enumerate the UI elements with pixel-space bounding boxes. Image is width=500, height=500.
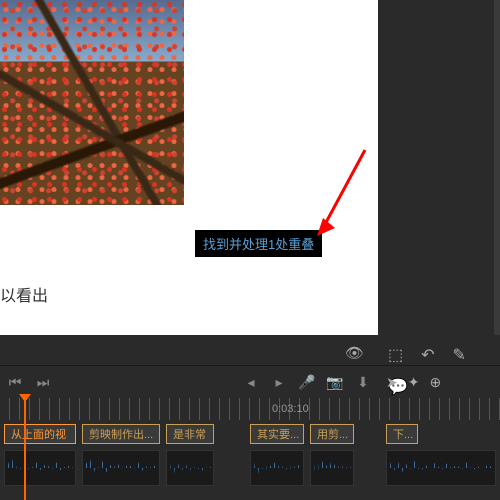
next-frame-icon[interactable]: ▸ [268,374,290,391]
edit-icon[interactable]: ✎ [453,345,466,365]
preview-image [0,0,184,205]
preview-area: 以看出 [0,0,378,335]
timeline-clip[interactable]: 其实要... [250,424,304,444]
prev-frame-icon[interactable]: ◂ [240,374,262,391]
marker-tool-icon[interactable]: ✦ [408,374,420,391]
audio-row [0,448,500,488]
timeline-tools: ➤ ✦ ⊕ [378,368,500,396]
audio-clip[interactable] [166,450,214,486]
audio-clip[interactable] [310,450,354,486]
timecode: 0:03:10 [272,403,309,415]
overlap-tooltip: 找到并处理1处重叠 [195,230,322,257]
timeline-clip[interactable]: 剪映制作出... [82,424,160,444]
timeline-clip[interactable]: 是非常 [166,424,214,444]
visibility-icon[interactable]: 👁 [345,344,364,362]
clip-row: 从上面的视剪映制作出... 是非常 其实要... 用剪... 下... [0,422,500,446]
playback-bar: ⏮ ⏭ ◂ ▸ 🎤 📷 ⬇ [0,368,378,396]
audio-clip[interactable] [386,450,496,486]
ruler-ticks [0,398,500,420]
prev-chapter-icon[interactable]: ⏮ [4,374,26,391]
cursor-tool-icon[interactable]: ➤ [386,374,398,391]
zoom-tool-icon[interactable]: ⊕ [429,374,441,391]
timeline-clip[interactable]: 下... [386,424,418,444]
download-icon[interactable]: ⬇ [352,374,374,391]
playhead[interactable] [24,398,26,500]
timeline-clip[interactable]: 从上面的视 [4,424,76,444]
next-chapter-icon[interactable]: ⏭ [32,374,54,391]
audio-clip[interactable] [250,450,304,486]
preview-caption: 以看出 [0,282,48,306]
timeline[interactable]: 从上面的视剪映制作出... 是非常 其实要... 用剪... 下... [0,422,500,500]
timeline-clip[interactable]: 用剪... [310,424,354,444]
undo-icon[interactable]: ↶ [421,345,434,365]
mic-icon[interactable]: 🎤 [296,374,318,391]
visibility-bar: 👁 [0,340,378,365]
corner-icon[interactable]: ⬚ [388,345,403,365]
timeline-ruler[interactable]: 0:03:10 [0,398,500,420]
divider [0,365,500,366]
camera-icon[interactable]: 📷 [324,374,346,391]
audio-clip[interactable] [82,450,160,486]
audio-clip[interactable] [4,450,76,486]
right-panel [380,0,500,335]
